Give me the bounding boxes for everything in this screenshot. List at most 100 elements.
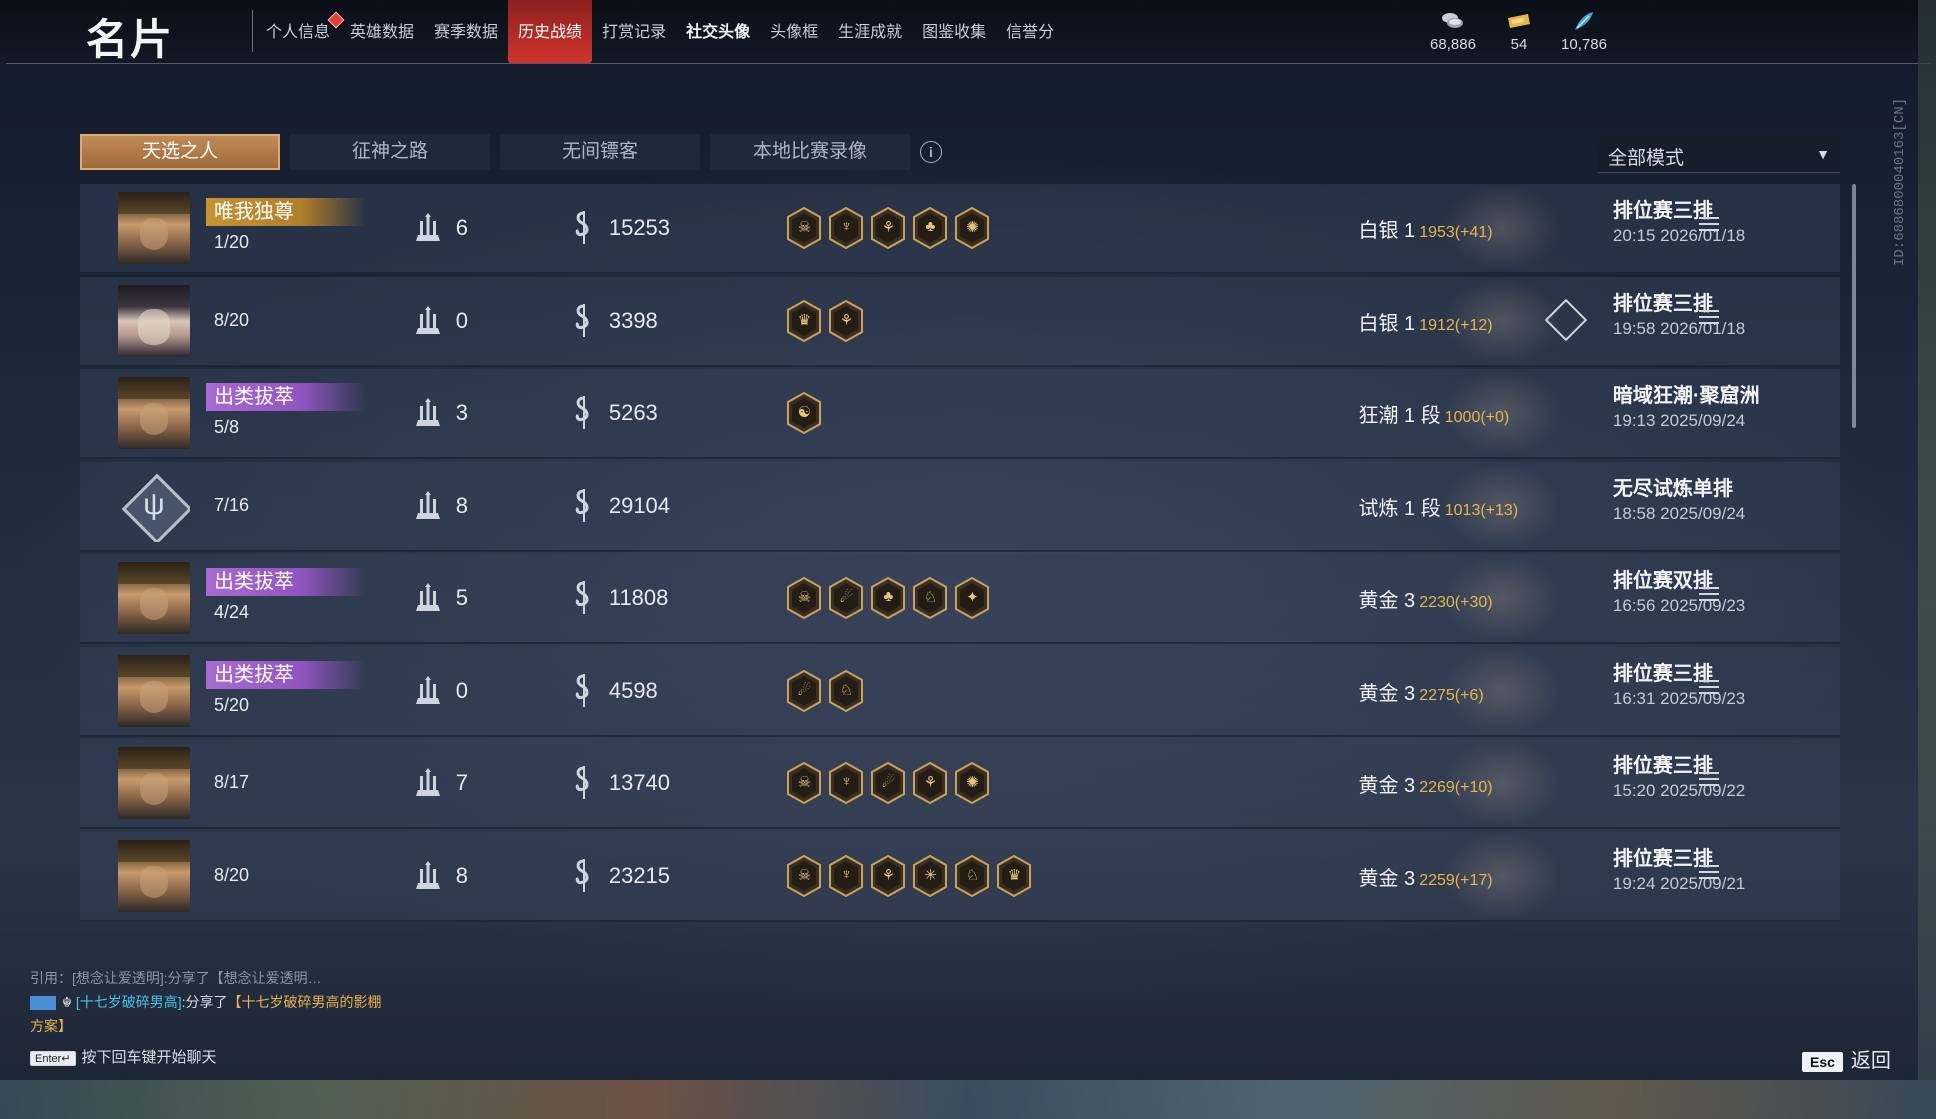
match-row[interactable]: 唯我独尊 1/20 6 15253 ☠ ♆ ⚘ ♣ ✺ 白银 1 1953(+41) 排位赛三排 20:… [80,184,1840,274]
towers-value: 6 [455,215,468,240]
equipment-icon[interactable]: ☯ [785,391,823,435]
hero-avatar [118,747,190,819]
equipment-icon[interactable]: ☠ [785,206,823,250]
nav-tab-label: 赛季数据 [434,24,499,41]
towers-icon [416,768,441,796]
equipment-icon[interactable]: ♆ [827,761,865,805]
match-row[interactable]: 8/20 0 3398 ♛ ⚘ 白银 1 1912(+12) 排位赛三排 19:58 2026/… [80,277,1840,367]
gold-value: 4598 [608,678,658,703]
nav-tab[interactable]: 个人信息 [256,0,345,63]
match-row[interactable]: 8/17 7 13740 ☠ ♆ ☄ ⚘ ✺ 黄金 3 2269(+10) 排位赛三排 15:20 2… [80,739,1840,829]
nav-tab-label: 打赏记录 [602,24,667,41]
info-icon[interactable]: i [920,141,942,163]
hero-avatar [118,470,190,542]
equipment-icon[interactable]: ♘ [827,669,865,713]
equipment-icon[interactable]: ♛ [785,299,823,343]
nav-tab[interactable]: 赛季数据 [424,0,508,63]
match-row[interactable]: 8/20 8 23215 ☠ ♆ ⚘ ✳ ♘ ♛ 黄金 3 2259(+17) 排位赛三排 19:24 … [80,832,1840,922]
gold-value: 11808 [608,585,669,610]
subtab-escort[interactable]: 无间镖客 [500,134,700,170]
equipment-icon[interactable]: ✳ [911,854,949,898]
equipment-icon[interactable]: ☠ [785,854,823,898]
menu-icon[interactable] [1699,217,1720,237]
nav-tab[interactable]: 图鉴收集 [912,0,996,63]
match-row[interactable]: 7/16 8 29104 试炼 1 段1013(+13) 无尽试炼单排 18:58 202… [80,462,1840,552]
equipment-icon[interactable]: ☄ [785,669,823,713]
menu-icon[interactable] [1699,865,1720,885]
nav-tab[interactable]: 信誉分 [996,0,1064,63]
match-mode: 排位赛三排 [1612,848,1713,870]
hero-avatar [118,840,190,912]
match-row[interactable]: 出类拔萃 4/24 5 11808 ☠ ☄ ♣ ♘ ✦ 黄金 3 2230(+30) 排位赛双排 16:… [80,554,1840,644]
equipment-icon[interactable]: ✺ [953,761,991,805]
esc-key-icon: Esc [1802,1052,1843,1072]
equipment-icon[interactable]: ⚘ [827,299,865,343]
nav-tab[interactable]: 头像框 [760,0,828,63]
equipment-icon[interactable]: ⚘ [869,206,907,250]
page-title: 名片 [86,16,175,63]
chat-hint[interactable]: Enter↵ 按下回车键开始聊天 [30,1046,217,1067]
match-mode: 排位赛三排 [1612,200,1713,222]
equipment-icon[interactable]: ♘ [911,576,949,620]
equipment-list: ♛ ⚘ [785,299,865,343]
currency-feathers: 10,786 [1549,10,1619,53]
menu-icon[interactable] [1699,772,1720,792]
equipment-icon[interactable]: ♣ [869,576,907,620]
nav-tab[interactable]: 社交头像 [676,0,760,63]
equipment-icon[interactable]: ☄ [827,576,865,620]
mode-filter-dropdown[interactable]: 全部模式 ▼ [1598,136,1840,173]
kda-value: 8/20 [214,310,250,330]
nav-tab-label: 生涯成就 [838,24,903,41]
match-mode: 排位赛三排 [1612,663,1713,685]
list-scrollbar[interactable] [1852,184,1856,428]
subtab-local-replays[interactable]: 本地比赛录像 [710,134,910,170]
equipment-icon[interactable]: ♘ [953,854,991,898]
nav-tab-label: 历史战绩 [518,24,583,41]
rank-label: 黄金 3 2230(+30) [1358,590,1493,612]
nav-tab[interactable]: 打赏记录 [592,0,676,63]
towers-icon [416,306,441,334]
equipment-icon[interactable]: ♣ [911,206,949,250]
equipment-icon[interactable]: ☠ [785,576,823,620]
towers-value: 7 [455,770,468,795]
equipment-list: ☠ ☄ ♣ ♘ ✦ [785,576,991,620]
towers-icon [416,213,441,241]
nav-tab[interactable]: 英雄数据 [340,0,424,63]
back-button[interactable]: Esc 返回 [1802,1044,1891,1073]
gold-icon [575,489,589,522]
equipment-icon[interactable]: ♆ [827,206,865,250]
match-row[interactable]: 出类拔萃 5/20 0 4598 ☄ ♘ 黄金 3 2275(+6) 排位赛三排 16:31 20… [80,647,1840,737]
equipment-icon[interactable]: ♆ [827,854,865,898]
equipment-icon[interactable]: ⚘ [869,854,907,898]
coin-stack-icon [1418,10,1488,32]
gold-value: 15253 [608,215,671,240]
chat-sender[interactable]: [十七岁破碎男高] [76,994,182,1010]
gold-icon [575,766,589,799]
subtab-chosen-one[interactable]: 天选之人 [80,134,280,170]
kda-value: 8/17 [214,772,250,792]
equipment-icon[interactable]: ☄ [869,761,907,805]
title-divider [252,10,253,52]
equipment-icon[interactable]: ✺ [953,206,991,250]
nav-tab[interactable]: 历史战绩 [508,0,593,63]
match-time: 19:24 2025/09/21 [1612,874,1746,893]
rank-label: 白银 1 1912(+12) [1358,313,1493,335]
match-mode: 排位赛三排 [1612,755,1713,777]
equipment-icon[interactable]: ✦ [953,576,991,620]
menu-icon[interactable] [1699,587,1720,607]
performance-badge: 唯我独尊 [206,198,366,226]
nav-tab-label: 英雄数据 [350,24,415,41]
nav-tab[interactable]: 生涯成就 [828,0,912,63]
subtab-god-path[interactable]: 征神之路 [290,134,490,170]
rank-points: 2275(+6) [1419,687,1484,704]
hero-avatar [118,562,190,634]
menu-icon[interactable] [1699,680,1720,700]
match-row[interactable]: 出类拔萃 5/8 3 5263 ☯ 狂潮 1 段 1000(+0) 暗域狂潮·聚窟洲 19:13… [80,369,1840,459]
equipment-icon[interactable]: ♛ [995,854,1033,898]
rank-points: 1000(+0) [1444,409,1510,426]
hero-avatar [118,655,190,727]
equipment-icon[interactable]: ⚘ [911,761,949,805]
menu-icon[interactable] [1699,310,1720,330]
hero-avatar [118,192,190,264]
equipment-icon[interactable]: ☠ [785,761,823,805]
